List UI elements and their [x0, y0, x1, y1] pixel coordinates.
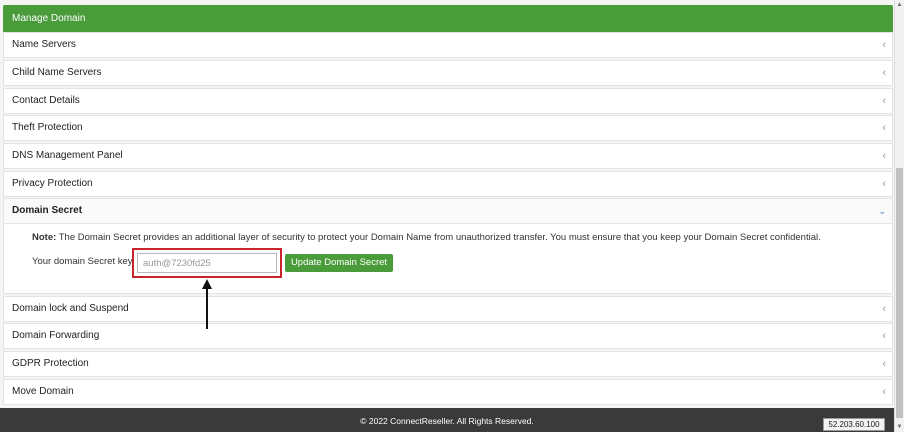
- main-content: Manage Domain Name Servers ‹ Child Name …: [0, 0, 894, 432]
- accordion-privacy-protection[interactable]: Privacy Protection ‹: [3, 171, 893, 197]
- accordion-domain-forwarding[interactable]: Domain Forwarding ‹: [3, 323, 893, 349]
- chevron-left-icon: ‹: [882, 39, 886, 51]
- accordion-dns-management[interactable]: DNS Management Panel ‹: [3, 143, 893, 169]
- accordion-move-domain[interactable]: Move Domain ‹: [3, 379, 893, 405]
- chevron-left-icon: ‹: [882, 330, 886, 342]
- annotation-arrow-icon: [202, 279, 212, 329]
- copyright-text: © 2022 ConnectReseller. All Rights Reser…: [360, 416, 534, 426]
- update-domain-secret-button[interactable]: Update Domain Secret: [285, 254, 393, 272]
- accordion-label: Name Servers: [12, 39, 76, 50]
- accordion-label: Move Domain: [12, 386, 74, 397]
- accordion-label: DNS Management Panel: [12, 150, 123, 161]
- page-title: Manage Domain: [3, 5, 893, 32]
- accordion-child-name-servers[interactable]: Child Name Servers ‹: [3, 60, 893, 86]
- chevron-left-icon: ‹: [882, 358, 886, 370]
- accordion-contact-details[interactable]: Contact Details ‹: [3, 88, 893, 114]
- scroll-down-arrow-icon[interactable]: ▼: [895, 422, 904, 432]
- domain-secret-note: Note: The Domain Secret provides an addi…: [32, 232, 821, 243]
- domain-secret-panel: Note: The Domain Secret provides an addi…: [3, 224, 893, 294]
- scroll-thumb[interactable]: [896, 168, 903, 418]
- accordion-domain-secret[interactable]: Domain Secret ⌄: [3, 198, 893, 224]
- accordion-label: Theft Protection: [12, 122, 83, 133]
- chevron-left-icon: ‹: [882, 122, 886, 134]
- accordion-name-servers[interactable]: Name Servers ‹: [3, 32, 893, 58]
- accordion-label: Child Name Servers: [12, 67, 102, 78]
- accordion-label: GDPR Protection: [12, 358, 89, 369]
- note-text: The Domain Secret provides an additional…: [56, 232, 821, 243]
- accordion-label: Privacy Protection: [12, 178, 93, 189]
- chevron-left-icon: ‹: [882, 67, 886, 79]
- chevron-left-icon: ‹: [882, 178, 886, 190]
- chevron-left-icon: ‹: [882, 386, 886, 398]
- vertical-scrollbar[interactable]: ▲ ▼: [894, 0, 904, 432]
- note-label: Note:: [32, 232, 57, 243]
- accordion-label: Domain Forwarding: [12, 330, 100, 341]
- accordion-domain-lock[interactable]: Domain lock and Suspend ‹: [3, 296, 893, 322]
- domain-secret-input[interactable]: [137, 253, 277, 273]
- chevron-left-icon: ‹: [882, 150, 886, 162]
- accordion-theft-protection[interactable]: Theft Protection ‹: [3, 115, 893, 141]
- chevron-left-icon: ‹: [882, 95, 886, 107]
- accordion-gdpr-protection[interactable]: GDPR Protection ‹: [3, 351, 893, 377]
- accordion-label: Domain Secret: [12, 205, 83, 216]
- accordion-label: Contact Details: [12, 95, 80, 106]
- accordion-label: Domain lock and Suspend: [12, 303, 129, 314]
- scroll-up-arrow-icon[interactable]: ▲: [895, 0, 904, 10]
- footer: © 2022 ConnectReseller. All Rights Reser…: [0, 408, 894, 432]
- domain-secret-label: Your domain Secret key: [32, 256, 133, 267]
- ip-address-badge: 52.203.60.100: [823, 418, 885, 431]
- chevron-down-icon: ⌄: [878, 206, 886, 216]
- chevron-left-icon: ‹: [882, 303, 886, 315]
